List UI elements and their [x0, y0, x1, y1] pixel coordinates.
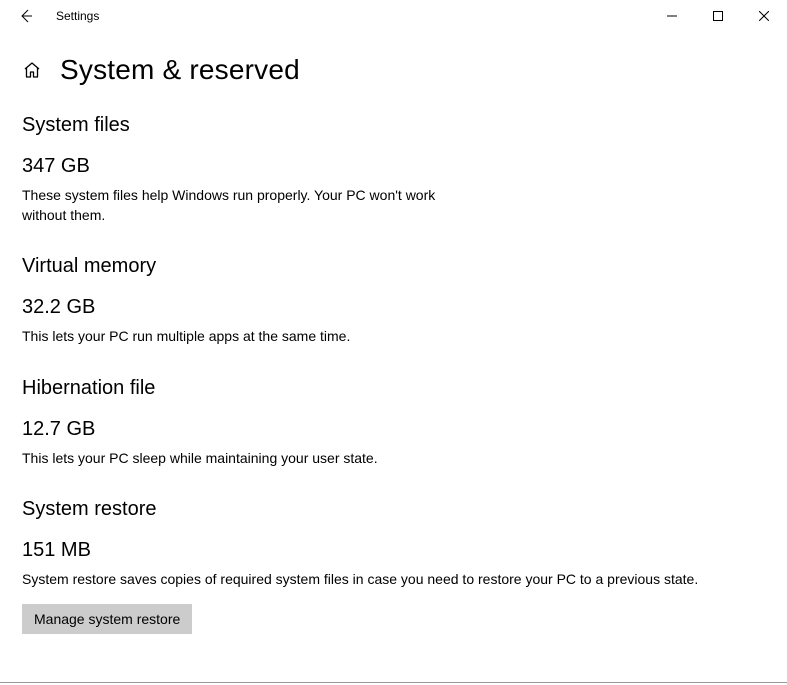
back-button[interactable]: [14, 4, 38, 28]
system-files-value: 347 GB: [22, 155, 765, 178]
close-button[interactable]: [741, 0, 787, 32]
page-title: System & reserved: [60, 54, 300, 86]
maximize-button[interactable]: [695, 0, 741, 32]
home-button[interactable]: [22, 60, 42, 80]
hibernation-desc: This lets your PC sleep while maintainin…: [22, 449, 722, 469]
system-files-desc: These system files help Windows run prop…: [22, 186, 462, 225]
maximize-icon: [713, 11, 723, 21]
minimize-icon: [667, 11, 677, 21]
section-virtual-memory: Virtual memory 32.2 GB This lets your PC…: [22, 255, 765, 347]
system-restore-title: System restore: [22, 498, 765, 521]
manage-system-restore-button[interactable]: Manage system restore: [22, 604, 192, 634]
titlebar: Settings: [0, 0, 787, 32]
page-header: System & reserved: [0, 32, 787, 96]
virtual-memory-title: Virtual memory: [22, 255, 765, 278]
window-controls: [649, 0, 787, 32]
section-system-restore: System restore 151 MB System restore sav…: [22, 498, 765, 634]
home-icon: [23, 61, 41, 79]
app-title: Settings: [56, 9, 99, 23]
back-arrow-icon: [18, 8, 34, 24]
system-files-title: System files: [22, 114, 765, 137]
virtual-memory-desc: This lets your PC run multiple apps at t…: [22, 327, 722, 347]
minimize-button[interactable]: [649, 0, 695, 32]
virtual-memory-value: 32.2 GB: [22, 296, 765, 319]
system-restore-desc: System restore saves copies of required …: [22, 570, 722, 590]
hibernation-value: 12.7 GB: [22, 418, 765, 441]
system-restore-value: 151 MB: [22, 539, 765, 562]
bottom-divider: [0, 682, 787, 683]
hibernation-title: Hibernation file: [22, 377, 765, 400]
content-area: System files 347 GB These system files h…: [0, 96, 787, 634]
section-hibernation: Hibernation file 12.7 GB This lets your …: [22, 377, 765, 469]
close-icon: [759, 11, 769, 21]
section-system-files: System files 347 GB These system files h…: [22, 114, 765, 225]
